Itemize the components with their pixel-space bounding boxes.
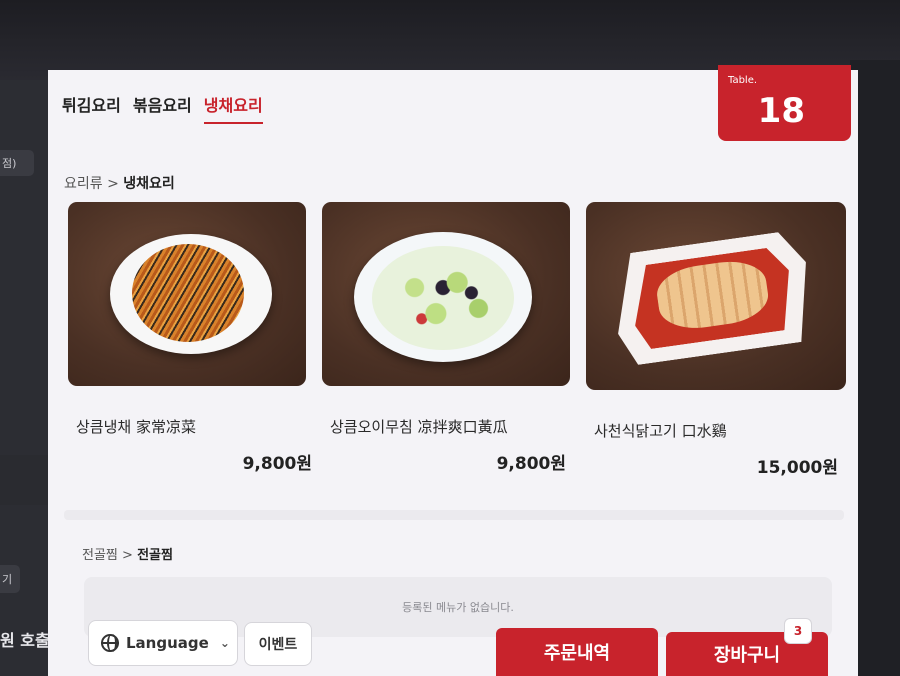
breadcrumb-section2: 전골찜 > 전골찜 <box>82 544 173 563</box>
tab-fried[interactable]: 튀김요리 <box>62 92 121 124</box>
breadcrumb: 요리류 > 냉채요리 <box>64 173 175 193</box>
breadcrumb-separator: > <box>122 548 133 563</box>
cucumber-salad <box>372 246 514 350</box>
menu-item-name: 상큼오이무침 凉拌爽口黃瓜 <box>330 418 508 436</box>
order-history-button[interactable]: 주문내역 <box>496 628 658 676</box>
kiosk-screen: 튀김요리 볶음요리 냉채요리 Table. 18 요리류 > 냉채요리 상큼냉채… <box>48 65 858 676</box>
tab-stirfry[interactable]: 볶음요리 <box>133 92 192 124</box>
breadcrumb-parent[interactable]: 요리류 <box>64 176 103 192</box>
sidebar-stub-bottom[interactable]: 기 <box>0 565 20 593</box>
chevron-down-icon: ⌄ <box>219 636 230 650</box>
language-button[interactable]: Language ⌄ <box>88 620 238 666</box>
category-tabs: 튀김요리 볶음요리 냉채요리 <box>62 92 263 124</box>
breadcrumb-separator: > <box>107 176 119 192</box>
breadcrumb-parent[interactable]: 전골찜 <box>82 548 118 563</box>
platter <box>607 229 817 367</box>
menu-item-price: 9,800원 <box>496 454 566 474</box>
language-label: Language <box>126 634 209 652</box>
breadcrumb-current: 냉채요리 <box>123 176 175 192</box>
menu-item-name: 상큼냉채 家常凉菜 <box>76 418 196 436</box>
menu-item-card[interactable]: 상큼냉채 家常凉菜 9,800원 <box>68 202 312 474</box>
event-button[interactable]: 이벤트 <box>244 622 312 666</box>
bowl <box>354 232 532 362</box>
globe-icon <box>101 634 119 652</box>
cucumber-salad-icon[interactable] <box>322 202 570 386</box>
cart-count-badge: 3 <box>784 618 812 644</box>
cold-noodle-dish-icon[interactable] <box>68 202 306 386</box>
bowl <box>110 234 272 354</box>
table-number-badge: Table. 18 <box>718 65 851 141</box>
tab-cold-dishes[interactable]: 냉채요리 <box>203 92 263 124</box>
sichuan-chicken-icon[interactable] <box>586 202 846 390</box>
sidebar-stub[interactable]: 점) <box>0 150 34 176</box>
menu-item-card[interactable]: 사천식닭고기 口水鷄 15,000원 <box>586 202 846 478</box>
table-label: Table. <box>728 75 758 86</box>
menu-item-name: 사천식닭고기 口水鷄 <box>594 422 727 440</box>
menu-item-price: 9,800원 <box>242 454 312 474</box>
menu-item-price: 15,000원 <box>756 458 838 478</box>
section-divider <box>64 510 844 520</box>
breadcrumb-current: 전골찜 <box>137 548 173 563</box>
staff-call-button[interactable]: 원 호출 <box>0 627 50 651</box>
menu-item-card[interactable]: 상큼오이무침 凉拌爽口黃瓜 9,800원 <box>322 202 570 474</box>
table-number: 18 <box>757 91 805 131</box>
noodles <box>132 244 244 342</box>
